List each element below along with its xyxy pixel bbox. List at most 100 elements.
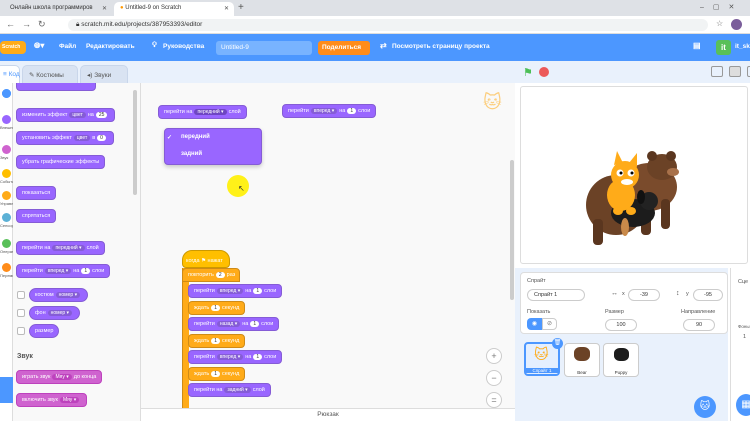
sprite-thumb-bear[interactable]: Bear — [564, 343, 600, 377]
x-position-input[interactable]: -39 — [628, 289, 660, 301]
tab-costumes[interactable]: ✎ Костюмы — [22, 65, 78, 83]
sprite-name-input[interactable]: Спрайт 1 — [527, 289, 585, 301]
backpack-bar[interactable]: Рюкзак — [141, 408, 515, 421]
forward-icon[interactable]: → — [22, 19, 31, 29]
number-input[interactable]: 1 — [253, 288, 263, 294]
new-tab-button[interactable]: + — [238, 2, 244, 13]
close-icon[interactable]: ✕ — [102, 5, 107, 12]
choose-backdrop-button[interactable]: ▦ — [736, 394, 750, 416]
show-eye-icon[interactable]: ◉ — [527, 318, 542, 330]
category-motion-icon[interactable] — [2, 89, 11, 98]
username[interactable]: it_sk — [735, 43, 750, 50]
tab-code[interactable]: ≡ Код — [0, 65, 20, 83]
block-show[interactable]: показаться — [16, 186, 57, 200]
block-go-to-layer[interactable]: перейти на передний ▾ слой — [16, 241, 105, 255]
palette-scrollbar[interactable] — [133, 90, 137, 195]
script-block-layer[interactable]: перейти на задний ▾ слой — [188, 383, 271, 397]
choose-sprite-button[interactable]: 🐱︎ — [694, 396, 716, 418]
sprite-thumb-sprite1[interactable]: 🐱︎ 🗑︎ Спрайт 1 — [524, 338, 563, 376]
layer-direction-dropdown[interactable]: назад ▾ — [216, 321, 241, 327]
tab-sounds[interactable]: ◂) Звуки — [80, 65, 128, 83]
direction-input[interactable]: 90 — [683, 319, 715, 331]
number-input[interactable]: 1 — [81, 268, 91, 274]
category-control-dot[interactable] — [2, 191, 11, 200]
hat-block-when-flag-clicked[interactable]: когда ⚑ нажат — [182, 250, 230, 268]
backdrop-dropdown[interactable]: номер ▾ — [47, 310, 73, 316]
delete-sprite-icon[interactable]: 🗑︎ — [552, 338, 563, 349]
browser-tab-active[interactable]: ● Untitled-9 on Scratch ✕ — [114, 2, 234, 16]
green-flag-icon[interactable]: ⚑ — [523, 66, 533, 79]
block-change-effect[interactable]: изменить эффект цвет на 25 — [16, 108, 116, 122]
number-input[interactable]: 1 — [211, 370, 220, 377]
small-stage-icon[interactable] — [711, 66, 723, 77]
number-input[interactable]: 0 — [97, 135, 106, 141]
layer-dropdown-open[interactable]: передний ▾ — [194, 109, 227, 115]
dropdown-option-back[interactable]: задний — [181, 151, 202, 157]
scratch-logo[interactable]: Scratch — [0, 41, 26, 54]
block-start-sound[interactable]: включить звук Мяу ▾ — [16, 393, 88, 407]
size-input[interactable]: 100 — [605, 319, 637, 331]
number-input[interactable]: 1 — [253, 354, 263, 360]
star-icon[interactable]: ☆ — [716, 19, 723, 28]
script-block-layer[interactable]: перейти назад ▾ на 1 слои — [188, 317, 280, 331]
monitor-checkbox[interactable] — [17, 309, 25, 317]
category-events-dot[interactable] — [2, 169, 11, 178]
zoom-in-button[interactable]: + — [486, 348, 502, 364]
layer-direction-dropdown[interactable]: задний ▾ — [224, 387, 251, 393]
number-input[interactable]: 1 — [211, 304, 220, 311]
number-input[interactable]: 1 — [250, 321, 260, 327]
number-input[interactable]: 1 — [347, 108, 357, 114]
sound-dropdown[interactable]: Мяу ▾ — [59, 397, 80, 403]
repeat-block[interactable]: повторить 2 раз — [182, 268, 240, 282]
project-title-input[interactable]: Untitled-9 — [216, 41, 312, 55]
script-block-layer[interactable]: перейти вперед ▾ на 1 слои — [188, 284, 283, 298]
effect-dropdown[interactable]: цвет — [69, 112, 86, 118]
layer-dropdown[interactable]: передний ▾ — [52, 245, 85, 251]
workspace-block-go-to-layer[interactable]: перейти на передний ▾ слой — [158, 105, 247, 119]
workspace-scrollbar[interactable] — [510, 160, 514, 300]
reporter-costume-number[interactable]: костюм номер ▾ — [29, 288, 89, 302]
script-block-wait[interactable]: ждать 1 секунд — [188, 366, 246, 381]
reporter-size[interactable]: размер — [29, 324, 60, 338]
monitor-checkbox[interactable] — [17, 327, 25, 335]
add-extension-button[interactable] — [0, 377, 13, 403]
profile-avatar[interactable] — [731, 19, 742, 30]
stop-icon[interactable] — [539, 67, 549, 77]
close-icon[interactable]: ✕ — [224, 5, 229, 12]
hide-eye-icon[interactable]: ⊘ — [542, 318, 557, 330]
script-block-layer[interactable]: перейти вперед ▾ на 1 слои — [188, 350, 283, 364]
number-input[interactable]: 25 — [95, 112, 108, 118]
window-controls[interactable]: –▢✕ — [700, 3, 743, 11]
category-operators-dot[interactable] — [2, 239, 11, 248]
block-hide[interactable]: спрятаться — [16, 209, 57, 223]
browser-tab[interactable]: Онлайн школа программиров ✕ — [4, 2, 112, 16]
category-variables-dot[interactable] — [2, 263, 11, 272]
category-looks-dot[interactable] — [2, 115, 11, 124]
globe-icon[interactable]: 🌐︎▾ — [34, 41, 44, 51]
sound-dropdown[interactable]: Мяу ▾ — [52, 374, 72, 380]
menu-edit[interactable]: Редактировать — [86, 43, 135, 50]
share-button[interactable]: Поделиться — [318, 41, 370, 55]
menu-file[interactable]: Файл — [59, 43, 76, 50]
folder-icon[interactable]: ▤ — [693, 41, 701, 50]
block-go-layers[interactable]: перейти вперед ▾ на 1 слои — [16, 264, 111, 278]
effect-dropdown[interactable]: цвет — [73, 135, 91, 141]
dropdown-option-front[interactable]: передний — [181, 134, 210, 140]
direction-dropdown[interactable]: вперед ▾ — [310, 108, 338, 114]
category-sensing-dot[interactable] — [2, 213, 11, 222]
layer-direction-dropdown[interactable]: вперед ▾ — [216, 288, 244, 294]
number-input[interactable]: 2 — [215, 272, 225, 278]
reporter-backdrop-number[interactable]: фон номер ▾ — [29, 306, 81, 320]
menu-tutorials[interactable]: Руководства — [163, 43, 204, 50]
palette-block-partial[interactable] — [16, 83, 96, 91]
block-clear-effects[interactable]: убрать графические эффекты — [16, 155, 106, 169]
zoom-reset-button[interactable]: = — [486, 392, 502, 408]
layer-direction-dropdown[interactable]: вперед ▾ — [216, 354, 244, 360]
large-stage-icon[interactable] — [729, 66, 741, 77]
block-set-effect[interactable]: установить эффект цвет в 0 — [16, 131, 114, 145]
script-block-wait[interactable]: ждать 1 секунд — [188, 333, 246, 348]
stage-canvas[interactable] — [520, 86, 748, 264]
block-play-sound[interactable]: играть звук Мяу ▾ до конца — [16, 370, 103, 384]
script-block-wait[interactable]: ждать 1 секунд — [188, 300, 246, 315]
sprite-thumb-puppy[interactable]: Puppy — [603, 343, 639, 377]
